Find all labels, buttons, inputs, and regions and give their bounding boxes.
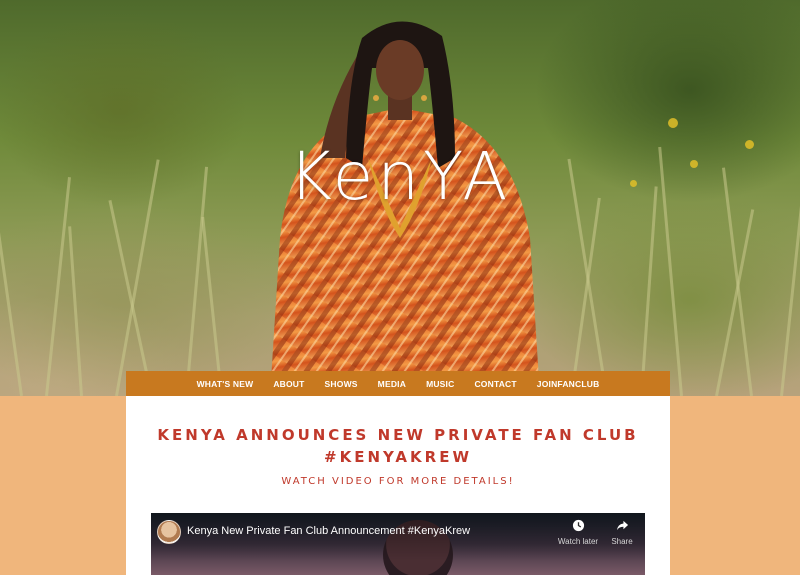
grass-blade bbox=[570, 197, 601, 396]
article-subheadline: WATCH VIDEO FOR MORE DETAILS! bbox=[281, 476, 515, 487]
brand-logo: KenYA bbox=[288, 138, 512, 215]
clock-icon bbox=[553, 519, 603, 534]
video-title[interactable]: Kenya New Private Fan Club Announcement … bbox=[187, 525, 517, 537]
nav-item-about[interactable]: ABOUT bbox=[273, 379, 304, 389]
video-embed[interactable]: Kenya New Private Fan Club Announcement … bbox=[151, 513, 645, 575]
nav-item-join-fan-club[interactable]: JOINFANCLUB bbox=[537, 379, 600, 389]
grass-blade bbox=[68, 226, 83, 396]
nav-item-contact[interactable]: CONTACT bbox=[474, 379, 516, 389]
grass-blade bbox=[0, 207, 23, 396]
share-button[interactable]: Share bbox=[597, 519, 645, 546]
grass-blade bbox=[780, 196, 800, 396]
article-headline: KENYA ANNOUNCES NEW PRIVATE FAN CLUB #KE… bbox=[157, 426, 639, 466]
watch-later-button[interactable]: Watch later bbox=[553, 519, 603, 546]
hero-banner: KenYA bbox=[0, 0, 800, 396]
main-navigation: WHAT'S NEW ABOUT SHOWS MEDIA MUSIC CONTA… bbox=[126, 371, 670, 396]
flower-dot bbox=[668, 118, 678, 128]
nav-item-media[interactable]: MEDIA bbox=[378, 379, 406, 389]
share-label: Share bbox=[611, 537, 633, 546]
grass-blade bbox=[640, 186, 658, 396]
watch-later-label: Watch later bbox=[557, 537, 599, 546]
nav-item-music[interactable]: MUSIC bbox=[426, 379, 454, 389]
grass-blade bbox=[201, 216, 223, 396]
channel-avatar[interactable] bbox=[157, 520, 181, 544]
nav-item-whats-new[interactable]: WHAT'S NEW bbox=[197, 379, 254, 389]
share-icon bbox=[597, 519, 645, 534]
nav-item-shows[interactable]: SHOWS bbox=[325, 379, 358, 389]
